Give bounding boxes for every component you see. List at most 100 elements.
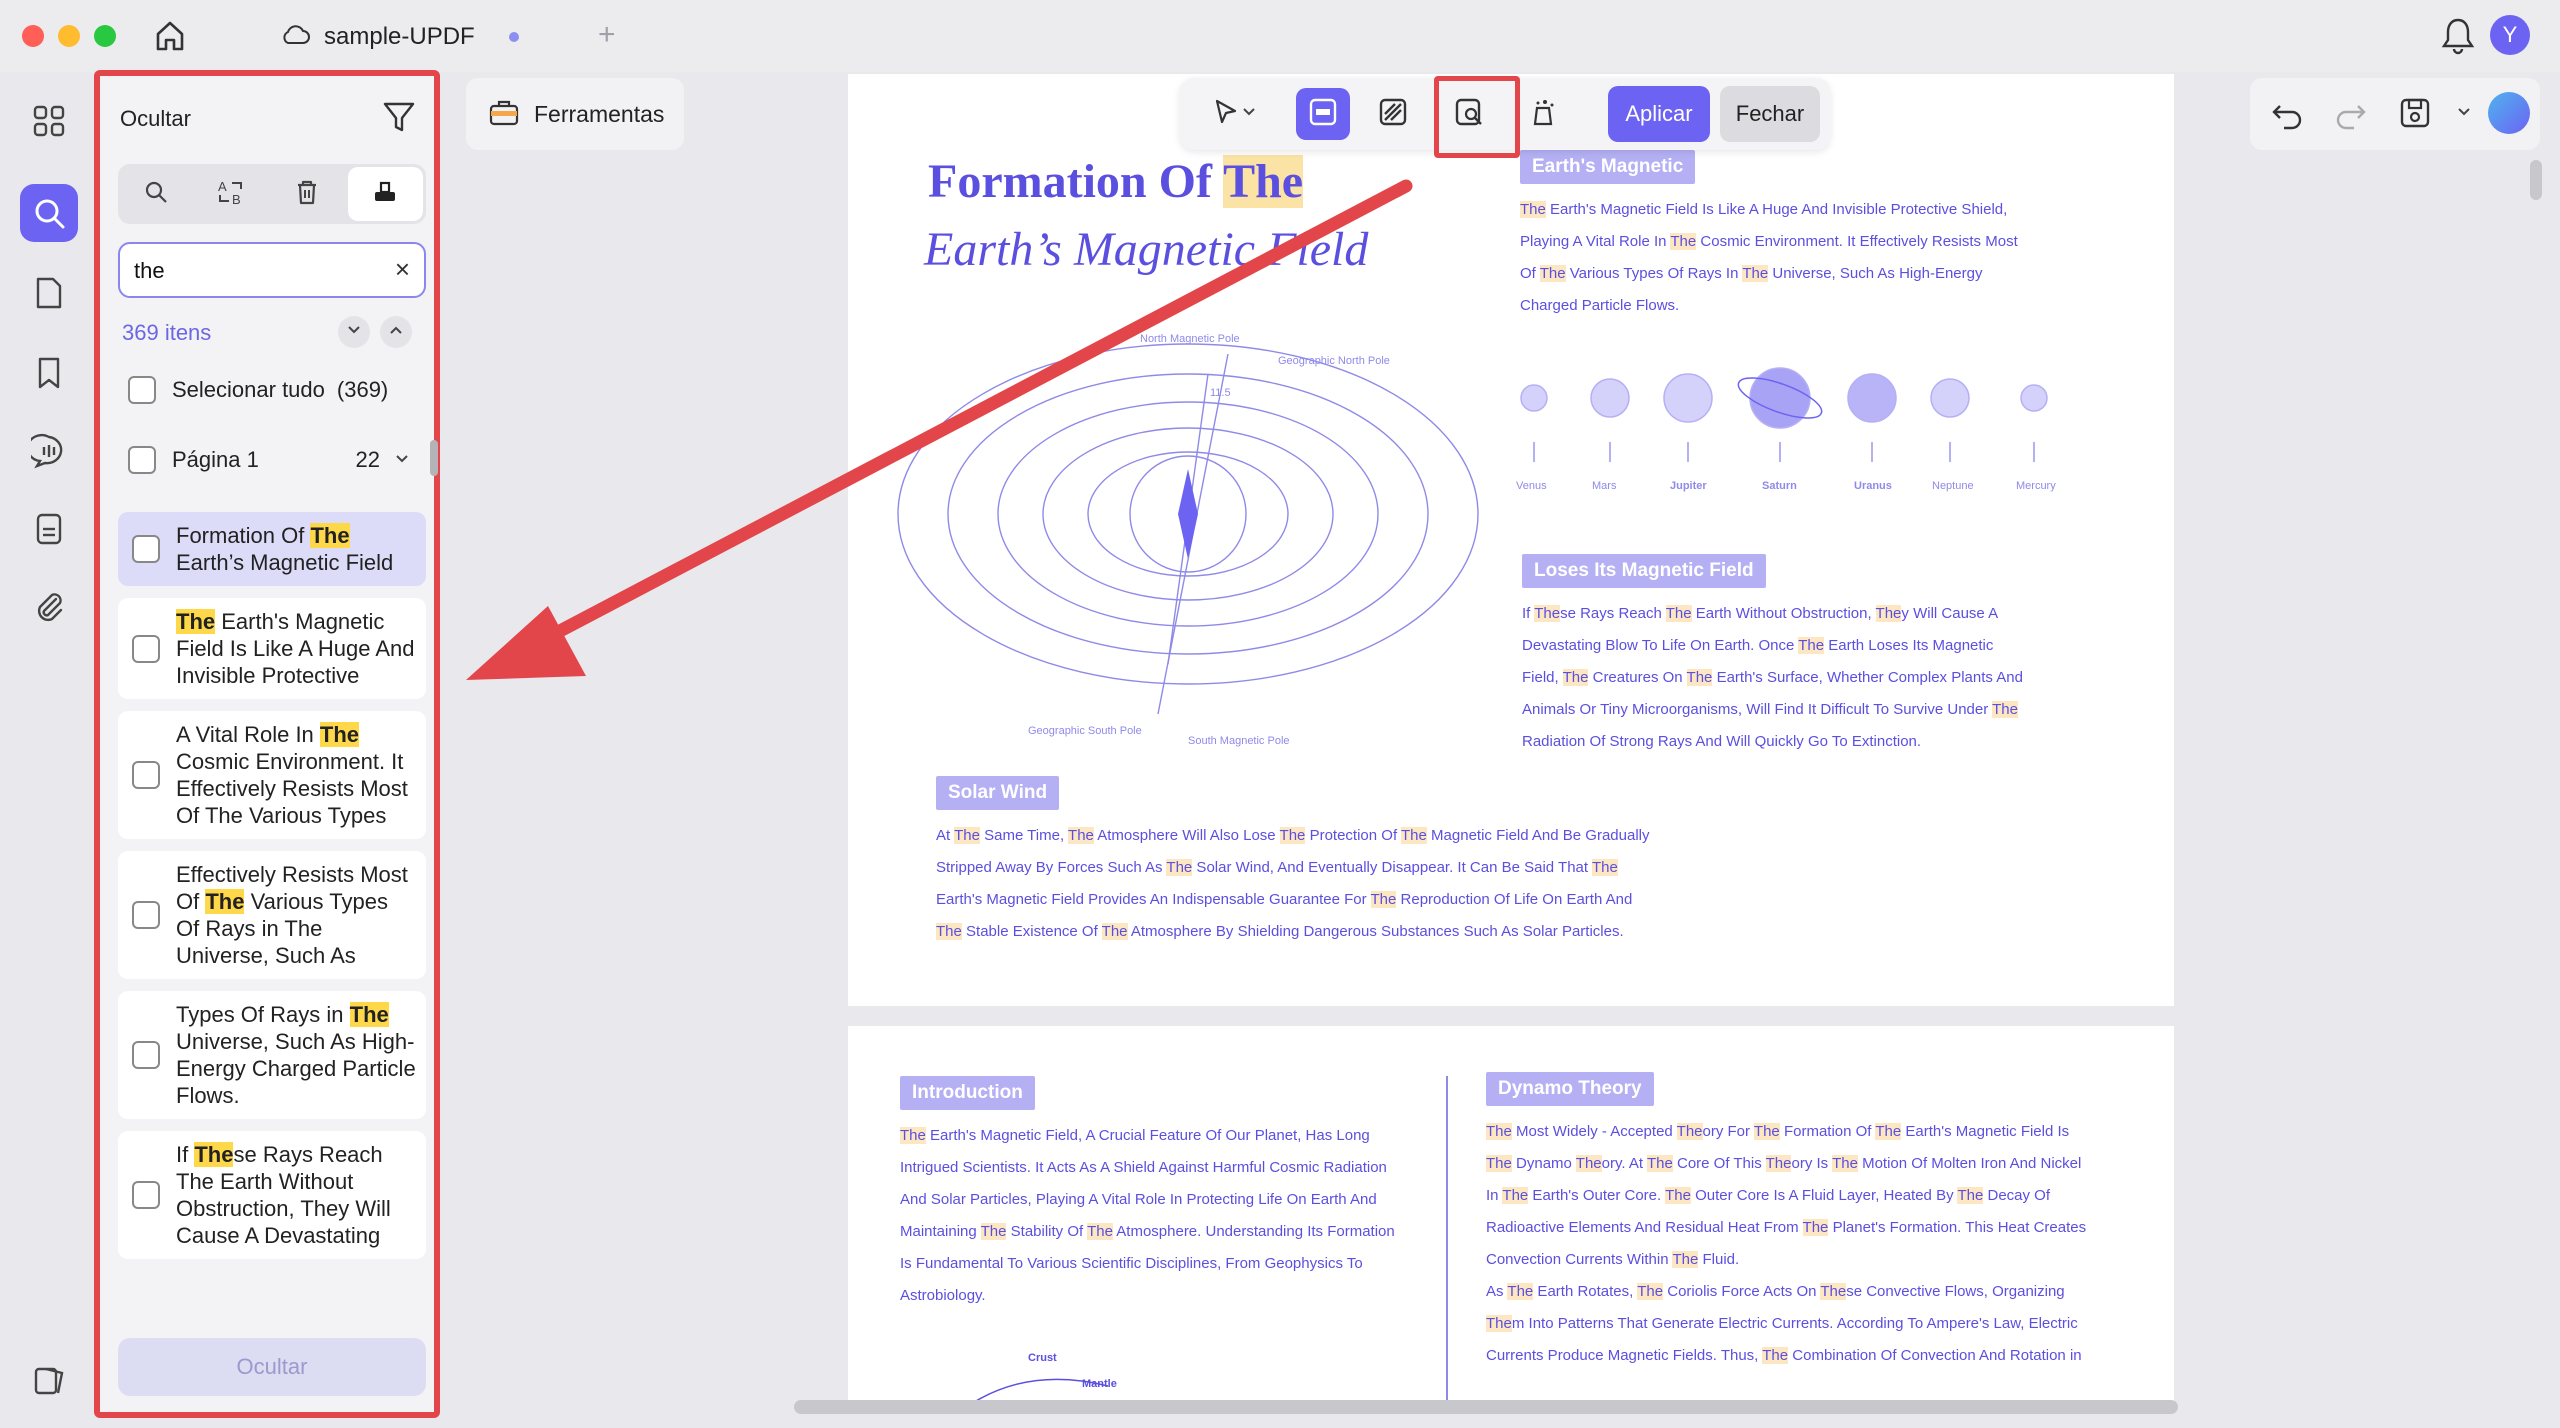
result-checkbox[interactable] bbox=[132, 1041, 160, 1069]
intro-paragraph: The Earth's Magnetic Field, A Crucial Fe… bbox=[900, 1120, 1395, 1312]
redact-pages-button[interactable] bbox=[1366, 88, 1420, 140]
minimize-window-button[interactable] bbox=[58, 25, 80, 47]
select-tool-button[interactable] bbox=[1194, 88, 1274, 140]
geo-south-label: Geographic South Pole bbox=[1028, 725, 1142, 737]
result-text: Effectively Resists Most Of The Various … bbox=[176, 862, 408, 968]
pdf-page-1: Formation Of The Earth’s Magnetic Field … bbox=[848, 74, 2174, 1006]
result-item[interactable]: The Earth's Magnetic Field Is Like A Hug… bbox=[118, 598, 426, 699]
attachment-icon[interactable] bbox=[20, 578, 78, 636]
doc-title-line2: Earth’s Magnetic Field bbox=[924, 223, 1369, 276]
text-line: Convection Currents Within The Fluid. bbox=[1486, 1251, 1740, 1268]
text-line: Currents Produce Magnetic Fields. Thus, … bbox=[1486, 1347, 2082, 1364]
vertical-scrollbar[interactable] bbox=[2530, 160, 2542, 200]
doc-title-line1: Formation Of The bbox=[928, 155, 1304, 208]
match-highlight: The bbox=[319, 722, 360, 747]
search-input[interactable] bbox=[134, 256, 364, 286]
apps-grid-icon[interactable] bbox=[20, 92, 78, 150]
new-tab-button[interactable]: + bbox=[598, 18, 616, 52]
close-toolbar-button[interactable]: Fechar bbox=[1720, 86, 1820, 142]
comment-icon[interactable] bbox=[20, 422, 78, 480]
result-item[interactable]: Types Of Rays in The Universe, Such As H… bbox=[118, 991, 426, 1119]
prev-result-button[interactable] bbox=[380, 316, 412, 348]
horizontal-scrollbar[interactable] bbox=[794, 1400, 2178, 1414]
undo-icon[interactable] bbox=[2270, 96, 2304, 135]
user-avatar[interactable]: Y bbox=[2490, 15, 2530, 55]
clear-search-icon[interactable]: × bbox=[395, 254, 410, 285]
match-highlight: The bbox=[310, 523, 350, 548]
search-box: × bbox=[118, 242, 426, 298]
select-all-row: Selecionar tudo (369) bbox=[128, 376, 388, 404]
loses-paragraph: If These Rays Reach The Earth Without Ob… bbox=[1522, 598, 2023, 758]
search-mode-tab[interactable] bbox=[118, 164, 194, 224]
layers-icon[interactable] bbox=[20, 1352, 78, 1410]
bookmark-icon[interactable] bbox=[20, 344, 78, 402]
document-tab[interactable]: sample-UPDF bbox=[280, 12, 580, 62]
filter-icon[interactable] bbox=[382, 100, 416, 139]
result-text: Formation Of The Earth’s Magnetic Field bbox=[176, 523, 394, 575]
text-line: Devastating Blow To Life On Earth. Once … bbox=[1522, 637, 1994, 654]
text-line: Intrigued Scientists. It Acts As A Shiel… bbox=[900, 1159, 1387, 1176]
chevron-down-icon[interactable] bbox=[394, 447, 410, 473]
planet-label: Saturn bbox=[1762, 480, 1797, 492]
select-all-checkbox[interactable] bbox=[128, 376, 156, 404]
chevron-down-icon[interactable] bbox=[2456, 104, 2472, 125]
text-line: Of The Various Types Of Rays In The Univ… bbox=[1520, 265, 1983, 282]
close-window-button[interactable] bbox=[22, 25, 44, 47]
result-item[interactable]: If These Rays Reach The Earth Without Ob… bbox=[118, 1131, 426, 1259]
page-checkbox[interactable] bbox=[128, 446, 156, 474]
result-checkbox[interactable] bbox=[132, 1181, 160, 1209]
home-icon[interactable] bbox=[150, 16, 190, 61]
redact-mode-tab[interactable] bbox=[347, 167, 423, 221]
planets-illustration bbox=[1520, 367, 2048, 462]
ai-assistant-icon[interactable] bbox=[2488, 92, 2530, 134]
result-item[interactable]: Effectively Resists Most Of The Various … bbox=[118, 851, 426, 979]
text-line: Astrobiology. bbox=[900, 1287, 986, 1304]
bell-icon[interactable] bbox=[2440, 16, 2476, 61]
page-group-row[interactable]: Página 1 22 bbox=[128, 446, 410, 474]
text-line: As The Earth Rotates, The Coriolis Force… bbox=[1486, 1283, 2065, 1300]
text-line: Charged Particle Flows. bbox=[1520, 297, 1680, 314]
result-checkbox[interactable] bbox=[132, 535, 160, 563]
organize-icon[interactable] bbox=[20, 500, 78, 558]
trash-icon bbox=[294, 178, 320, 211]
text-line: The Earth's Magnetic Field Is Like A Hug… bbox=[1520, 201, 2008, 218]
delete-mode-tab[interactable] bbox=[269, 164, 345, 224]
magnetic-field-diagram: North Magnetic Pole Geographic North Pol… bbox=[897, 333, 1479, 747]
hatch-icon bbox=[1377, 96, 1409, 133]
redo-icon[interactable] bbox=[2334, 96, 2368, 135]
results-scrollbar[interactable] bbox=[430, 440, 438, 476]
result-checkbox[interactable] bbox=[132, 901, 160, 929]
sanitize-button[interactable] bbox=[1516, 88, 1570, 140]
app-window: sample-UPDF + Y Ocultar A B the × 369 it… bbox=[0, 0, 2560, 1428]
text-line: The Dynamo Theory. At The Core Of This T… bbox=[1486, 1155, 2082, 1172]
replace-mode-tab[interactable]: AB bbox=[194, 164, 270, 224]
zoom-window-button[interactable] bbox=[94, 25, 116, 47]
pages-icon[interactable] bbox=[20, 264, 78, 322]
search-tool-icon[interactable] bbox=[20, 184, 78, 242]
next-result-button[interactable] bbox=[338, 316, 370, 348]
match-highlight: The bbox=[349, 1002, 389, 1027]
left-icon-rail bbox=[0, 72, 98, 1428]
select-all-label: Selecionar tudo bbox=[172, 377, 325, 402]
save-icon[interactable] bbox=[2398, 96, 2432, 135]
text-line: In The Earth's Outer Core. The Outer Cor… bbox=[1486, 1187, 2051, 1204]
match-highlight: The bbox=[205, 889, 245, 914]
apply-button[interactable]: Aplicar bbox=[1608, 86, 1710, 142]
toolbox-icon bbox=[488, 97, 520, 132]
earth-layers-diagram bbox=[968, 1378, 1108, 1406]
redact-search-panel: Ocultar AB × 369 itens bbox=[94, 70, 440, 1418]
result-item[interactable]: Formation Of The Earth’s Magnetic Field bbox=[118, 512, 426, 586]
tools-button[interactable]: Ferramentas bbox=[466, 78, 684, 150]
redact-area-icon bbox=[1307, 96, 1339, 133]
result-text: Types Of Rays in The Universe, Such As H… bbox=[176, 1002, 416, 1108]
result-checkbox[interactable] bbox=[132, 761, 160, 789]
pdf-page-2: Introduction The Earth's Magnetic Field,… bbox=[848, 1026, 2174, 1406]
result-checkbox[interactable] bbox=[132, 634, 160, 663]
mark-area-button[interactable] bbox=[1296, 88, 1350, 140]
text-line: Radiation Of Strong Rays And Will Quickl… bbox=[1522, 733, 1922, 750]
hide-button[interactable]: Ocultar bbox=[118, 1338, 426, 1396]
text-line: Is Fundamental To Various Scientific Dis… bbox=[900, 1255, 1363, 1272]
page-match-count: 22 bbox=[355, 447, 380, 472]
result-item[interactable]: A Vital Role In The Cosmic Environment. … bbox=[118, 711, 426, 839]
doc-title-highlight: The bbox=[1223, 155, 1304, 208]
